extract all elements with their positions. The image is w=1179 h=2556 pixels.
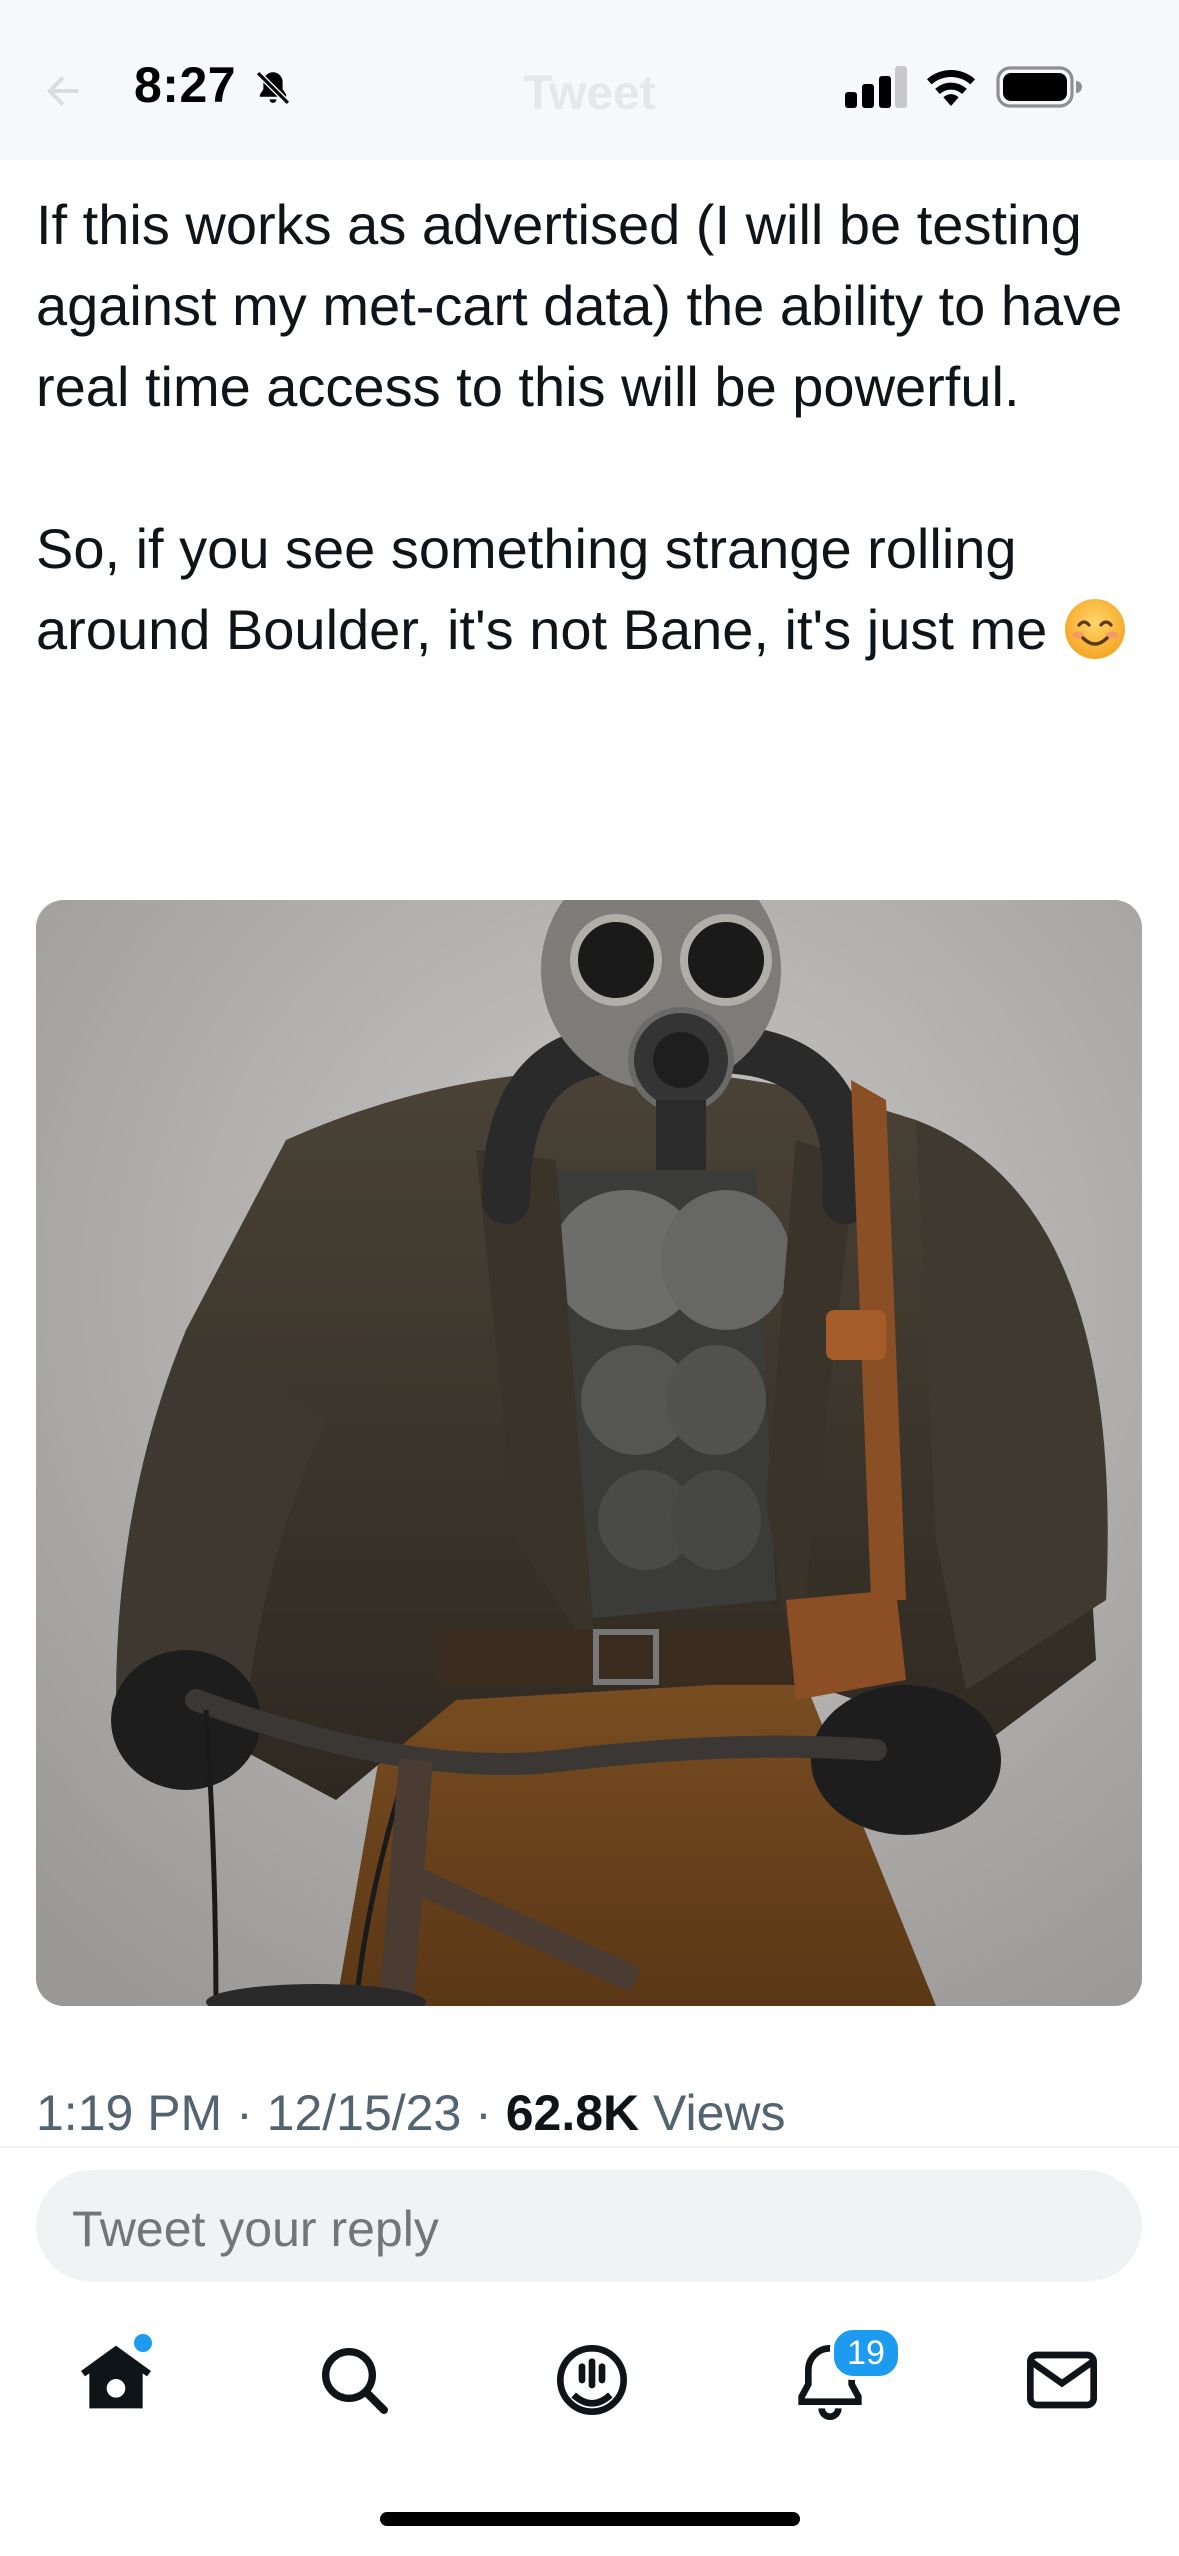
tab-search[interactable] [314, 2340, 394, 2420]
tab-home[interactable] [76, 2334, 156, 2420]
messages-icon [1027, 2351, 1097, 2409]
tab-messages[interactable] [1022, 2340, 1102, 2420]
tweet-paragraph-2: So, if you see something strange rolling… [36, 517, 1048, 661]
tweet-paragraph-1: If this works as advertised (I will be t… [36, 193, 1123, 418]
cellular-signal-icon [845, 66, 907, 108]
home-unread-dot [134, 2334, 152, 2352]
reply-input[interactable] [72, 2200, 1072, 2258]
views-count[interactable]: 62.8K [506, 2085, 639, 2141]
tweet-timestamp: 1:19 PM · 12/15/23 · [36, 2085, 506, 2141]
divider [0, 2146, 1179, 2148]
smiling-face-icon [1064, 599, 1125, 659]
tweet-paragraph-2-wrap: So, if you see something strange rolling… [36, 508, 1146, 670]
tweet-text: If this works as advertised (I will be t… [36, 184, 1146, 670]
status-bar: Tweet 8:27 [0, 0, 1179, 160]
notifications-badge: 19 [830, 2326, 902, 2380]
search-icon [322, 2348, 388, 2414]
reply-box[interactable] [36, 2170, 1142, 2282]
home-indicator [380, 2512, 800, 2526]
battery-icon [996, 66, 1082, 108]
wifi-icon [927, 70, 975, 106]
status-time: 8:27 [134, 57, 237, 113]
home-icon [81, 2345, 151, 2409]
gas-mask-cyclist-illustration [36, 900, 1142, 2006]
tweet-meta: 1:19 PM · 12/15/23 · 62.8K Views [36, 2084, 786, 2142]
tweet-image[interactable] [36, 900, 1142, 2006]
spaces-icon [557, 2345, 627, 2415]
bell-slash-icon [256, 71, 290, 105]
tab-spaces[interactable] [552, 2340, 632, 2420]
tab-bar: 19 [0, 2300, 1179, 2460]
views-label[interactable]: Views [639, 2085, 785, 2141]
tab-notifications[interactable]: 19 [790, 2326, 902, 2420]
